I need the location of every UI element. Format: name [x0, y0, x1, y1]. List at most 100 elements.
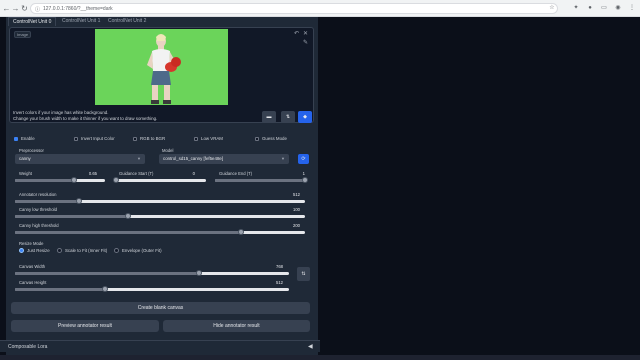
guess-mode-label: Guess Mode: [262, 136, 287, 141]
preprocessor-label: Preprocessor: [19, 148, 44, 153]
canvas-width-value[interactable]: 768: [268, 264, 283, 269]
guidance-start-label: Guidance Start (T): [119, 171, 154, 176]
radio-label: Just Resize: [27, 248, 50, 253]
canvas-height-value[interactable]: 512: [268, 280, 283, 285]
guidance-end-slider[interactable]: [215, 177, 308, 183]
tab-controlnet-unit-1[interactable]: ControlNet Unit 1: [62, 17, 100, 26]
invert-input-color-checkbox[interactable]: Invert Input Color: [74, 136, 115, 142]
radio-scale-to-fit[interactable]: Scale to Fit (Inner Fit): [57, 248, 107, 254]
slider-handle[interactable]: [70, 177, 77, 183]
url-text: 127.0.0.1:7860/?__theme=dark: [43, 6, 113, 12]
canny-low-value[interactable]: 100: [285, 207, 300, 212]
canny-high-slider[interactable]: [15, 229, 305, 235]
hint-line-2: Change your brush width to make it thinn…: [13, 116, 158, 121]
undo-icon[interactable]: ↶: [293, 31, 300, 38]
guidance-end-value[interactable]: 1: [295, 171, 305, 176]
menu-icon[interactable]: ⋮: [628, 4, 636, 12]
guidance-end-label: Guidance End (T): [219, 171, 253, 176]
weight-slider[interactable]: [15, 177, 105, 183]
refresh-models-button[interactable]: ⟳: [298, 154, 309, 164]
checkbox-box: [74, 136, 78, 141]
canvas-width-slider[interactable]: [15, 270, 289, 276]
sidepanel-icon[interactable]: ▭: [600, 4, 608, 12]
model-label: Model: [162, 148, 174, 153]
hint-line-1: Invert colors if your image has white ba…: [13, 110, 109, 115]
rgb-to-bgr-checkbox[interactable]: RGB to BGR: [133, 136, 165, 142]
swap-dimensions-button[interactable]: ⇅: [297, 267, 310, 281]
site-info-icon[interactable]: ⓘ: [35, 6, 40, 13]
chevron-down-icon: ▼: [281, 156, 285, 161]
reload-icon[interactable]: ↻: [20, 4, 29, 13]
slider-handle[interactable]: [195, 270, 202, 276]
caret-left-icon: ◀: [308, 344, 313, 350]
camera-button[interactable]: ◆: [298, 111, 312, 123]
canny-high-value[interactable]: 200: [285, 223, 300, 228]
slider-handle[interactable]: [113, 177, 119, 183]
profile-icon[interactable]: ●: [586, 4, 594, 12]
radio-dot: [19, 248, 24, 254]
slider-fill: [15, 200, 79, 203]
radio-envelope[interactable]: Envelope (Outer Fit): [114, 248, 162, 254]
swap-button[interactable]: ⇅: [281, 111, 295, 123]
canvas-width-label: Canvas Width: [19, 264, 46, 269]
create-blank-canvas-button[interactable]: Create blank canvas: [11, 302, 310, 314]
canny-high-label: Canny high threshold: [19, 223, 59, 228]
checkbox-box: [255, 136, 259, 141]
slider-fill: [15, 231, 242, 234]
slider-fill: [15, 179, 74, 182]
composable-lora-accordion[interactable]: Composable Lora ◀: [0, 340, 320, 352]
taskbar: [0, 355, 640, 360]
new-canvas-button[interactable]: ▬: [262, 111, 276, 123]
radio-label: Scale to Fit (Inner Fit): [65, 248, 108, 253]
browser-toolbar: ← → ↻ ⓘ 127.0.0.1:7860/?__theme=dark ☆ ✦…: [0, 0, 640, 17]
slider-fill: [15, 288, 106, 291]
boxer-figure: [147, 34, 181, 104]
slider-fill: [15, 272, 199, 275]
tab-controlnet-unit-0[interactable]: ControlNet Unit 0: [8, 17, 57, 26]
composable-lora-label: Composable Lora: [8, 344, 48, 350]
low-vram-checkbox[interactable]: Low VRAM: [194, 136, 223, 142]
weight-value[interactable]: 0.65: [82, 171, 97, 176]
tab-controlnet-unit-2[interactable]: ControlNet Unit 2: [108, 17, 146, 26]
bookmark-star-icon[interactable]: ☆: [548, 4, 556, 12]
preprocessor-value: canny: [19, 156, 31, 161]
canny-low-slider[interactable]: [15, 213, 305, 219]
slider-handle[interactable]: [75, 198, 82, 204]
radio-just-resize[interactable]: Just Resize: [19, 248, 50, 254]
guess-mode-checkbox[interactable]: Guess Mode: [255, 136, 287, 142]
forward-icon[interactable]: →: [11, 4, 20, 13]
annotator-resolution-value[interactable]: 512: [285, 192, 300, 197]
model-select[interactable]: control_sd15_canny [fef5e48e] ▼: [159, 154, 289, 164]
canvas-height-label: Canvas Height: [19, 280, 47, 285]
guidance-start-value[interactable]: 0: [185, 171, 195, 176]
checkbox-box: [133, 136, 137, 141]
low-vram-label: Low VRAM: [201, 136, 223, 141]
radio-dot: [57, 248, 62, 254]
resize-mode-label: Resize Mode: [19, 241, 44, 246]
canvas-height-slider[interactable]: [15, 286, 289, 292]
weight-label: Weight: [19, 171, 32, 176]
invert-label: Invert Input Color: [81, 136, 115, 141]
clear-image-icon[interactable]: ✕: [302, 31, 309, 38]
address-bar[interactable]: ⓘ 127.0.0.1:7860/?__theme=dark: [30, 3, 558, 14]
enable-checkbox[interactable]: Enable: [14, 136, 35, 142]
preprocessor-select[interactable]: canny ▼: [15, 154, 145, 164]
extensions-icon[interactable]: ✦: [572, 4, 580, 12]
brush-icon[interactable]: ✎: [302, 40, 309, 47]
back-icon[interactable]: ←: [2, 4, 11, 13]
preview-annotator-button[interactable]: Preview annotator result: [11, 320, 159, 332]
enable-label: Enable: [21, 136, 35, 141]
slider-handle[interactable]: [302, 177, 308, 183]
rgb-label: RGB to BGR: [140, 136, 166, 141]
radio-label: Envelope (Outer Fit): [122, 248, 162, 253]
account-icon[interactable]: ◉: [614, 4, 622, 12]
page: ControlNet Unit 0 ControlNet Unit 1 Cont…: [0, 17, 640, 360]
model-value: control_sd15_canny [fef5e48e]: [163, 156, 224, 161]
canny-low-label: Canny low threshold: [19, 207, 57, 212]
annotator-resolution-slider[interactable]: [15, 198, 305, 204]
hide-annotator-button[interactable]: Hide annotator result: [163, 320, 310, 332]
radio-dot: [114, 248, 119, 254]
slider-fill: [15, 215, 129, 218]
guidance-start-slider[interactable]: [113, 177, 206, 183]
annotator-resolution-label: Annotator resolution: [19, 192, 57, 197]
